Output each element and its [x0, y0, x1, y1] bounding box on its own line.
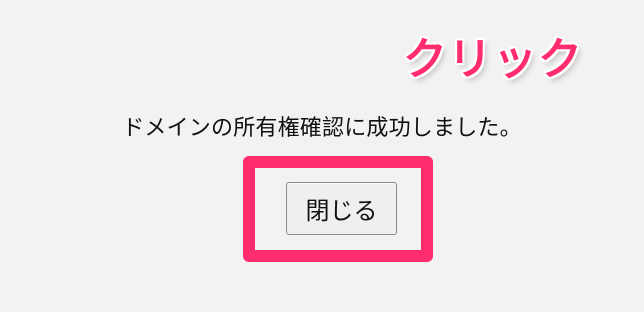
screen: { "dialog": { "message": "ドメインの所有権確認に成功し… [0, 0, 644, 312]
success-message: ドメインの所有権確認に成功しました。 [122, 116, 522, 141]
close-button[interactable]: 閉じる [286, 182, 397, 235]
click-callout-label: クリック [403, 34, 583, 85]
